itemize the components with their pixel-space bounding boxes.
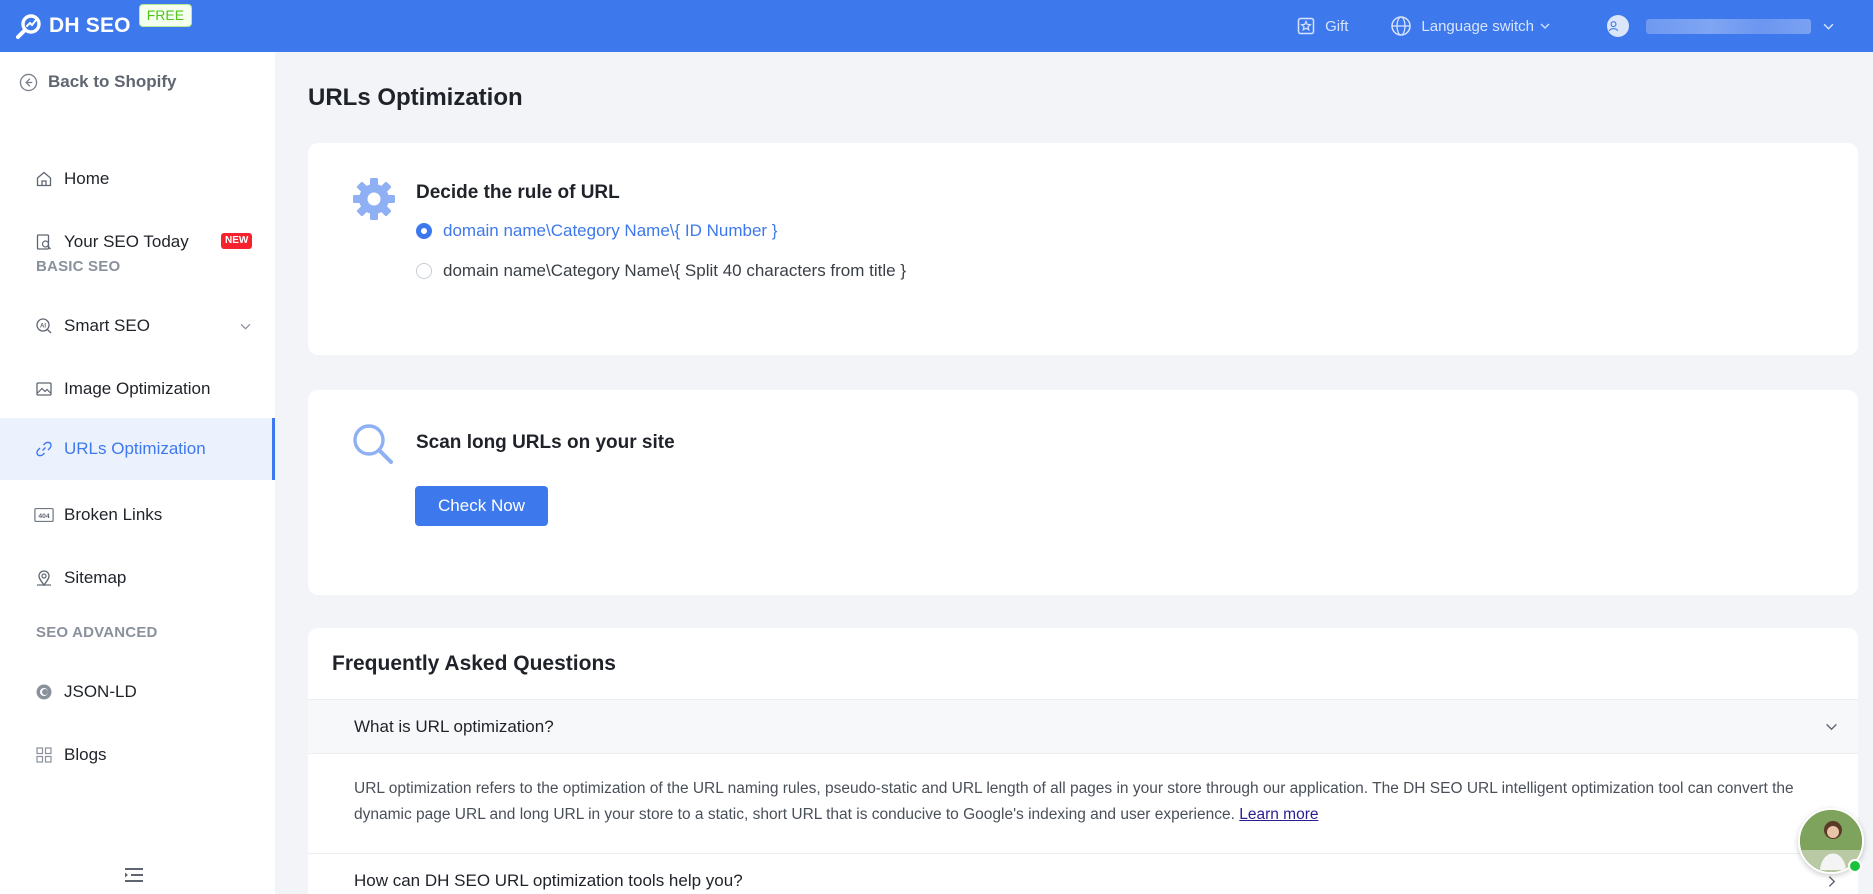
back-to-shopify-link[interactable]: Back to Shopify xyxy=(19,72,176,92)
report-icon xyxy=(34,232,54,252)
chevron-down-icon xyxy=(1826,723,1837,731)
page-title: URLs Optimization xyxy=(308,84,523,111)
language-switch[interactable]: Language switch xyxy=(1390,15,1559,37)
sidebar-item-label: URLs Optimization xyxy=(64,439,206,458)
main-content: URLs Optimization Decide the rule of URL… xyxy=(275,52,1873,894)
brand[interactable]: DH SEO FREE xyxy=(16,0,193,52)
broken-link-404-icon: 404 xyxy=(34,505,54,525)
online-status-dot xyxy=(1848,859,1862,873)
chevron-down-icon xyxy=(1823,23,1834,30)
language-switch-label: Language switch xyxy=(1421,17,1534,35)
back-circle-icon xyxy=(19,73,38,91)
svg-text:AI: AI xyxy=(40,323,46,329)
url-rule-option-label: domain name\Category Name\{ Split 40 cha… xyxy=(443,261,906,280)
url-rule-option-id-number[interactable]: domain name\Category Name\{ ID Number } xyxy=(416,221,778,241)
section-seo-advanced: SEO ADVANCED xyxy=(36,624,158,641)
gift-icon xyxy=(1297,17,1315,35)
faq-question-text: What is URL optimization? xyxy=(354,716,554,736)
scan-urls-card: Scan long URLs on your site Check Now xyxy=(308,390,1858,595)
url-rule-option-split-title[interactable]: domain name\Category Name\{ Split 40 cha… xyxy=(416,261,906,281)
url-rule-option-label: domain name\Category Name\{ ID Number } xyxy=(443,221,778,240)
magnifier-icon xyxy=(351,422,395,471)
chevron-down-icon[interactable] xyxy=(240,321,251,332)
faq-card: Frequently Asked Questions What is URL o… xyxy=(308,628,1858,894)
link-icon xyxy=(34,439,54,459)
faq-question-how-dh-seo-helps[interactable]: How can DH SEO URL optimization tools he… xyxy=(308,853,1858,894)
user-icon xyxy=(1607,15,1629,37)
new-badge: NEW xyxy=(221,233,253,249)
faq-question-text: How can DH SEO URL optimization tools he… xyxy=(354,871,743,890)
broken-link-404-text: 404 xyxy=(38,513,50,520)
faq-answer: URL optimization refers to the optimizat… xyxy=(354,776,1814,828)
scan-urls-title: Scan long URLs on your site xyxy=(416,432,675,453)
sidebar-item-json-ld[interactable]: JSON-LD xyxy=(0,661,275,723)
home-icon xyxy=(34,169,54,189)
sidebar-item-label: Your SEO Today xyxy=(64,232,189,251)
sidebar-item-label: Smart SEO xyxy=(64,316,150,335)
sidebar-item-label: Sitemap xyxy=(64,568,127,587)
chevron-right-icon xyxy=(1828,875,1836,887)
brand-name: DH SEO xyxy=(49,14,131,37)
gift-label: Gift xyxy=(1325,17,1349,35)
check-now-button[interactable]: Check Now xyxy=(415,486,548,526)
back-to-shopify-label: Back to Shopify xyxy=(48,72,177,91)
url-rule-title: Decide the rule of URL xyxy=(416,182,620,203)
sidebar-item-label: Image Optimization xyxy=(64,379,211,398)
image-icon xyxy=(34,379,54,399)
sidebar-item-label: Broken Links xyxy=(64,505,163,524)
url-rule-card: Decide the rule of URL domain name\Categ… xyxy=(308,143,1858,355)
sidebar-item-blogs[interactable]: Blogs xyxy=(0,724,275,786)
faq-answer-text: URL optimization refers to the optimizat… xyxy=(354,780,1794,823)
json-ld-icon xyxy=(34,682,54,702)
sidebar-item-broken-links[interactable]: 404 Broken Links xyxy=(0,484,275,546)
location-pin-icon xyxy=(34,568,54,588)
chevron-down-icon xyxy=(1540,23,1550,29)
sidebar: Back to Shopify Home Your SEO Today NEW … xyxy=(0,52,275,894)
blogs-grid-icon xyxy=(34,745,54,765)
faq-question-url-optimization[interactable]: What is URL optimization? xyxy=(308,699,1858,754)
top-bar: DH SEO FREE Gift Language switch xyxy=(0,0,1873,52)
section-basic-seo: BASIC SEO xyxy=(36,258,121,275)
menu-collapse-icon[interactable] xyxy=(123,864,145,886)
globe-icon xyxy=(1391,16,1412,36)
faq-title: Frequently Asked Questions xyxy=(332,652,616,675)
sidebar-item-label: Blogs xyxy=(64,745,107,764)
user-menu[interactable] xyxy=(1607,15,1843,37)
radio-checked[interactable] xyxy=(416,223,432,239)
sidebar-item-label: Home xyxy=(64,169,110,188)
sidebar-item-sitemap[interactable]: Sitemap xyxy=(0,547,275,609)
radio-unchecked[interactable] xyxy=(416,263,432,279)
gift-button[interactable]: Gift xyxy=(1296,16,1348,36)
sidebar-item-smart-seo[interactable]: AI Smart SEO xyxy=(0,295,275,357)
sidebar-item-image-optimization[interactable]: Image Optimization xyxy=(0,358,275,420)
learn-more-link[interactable]: Learn more xyxy=(1239,806,1318,823)
ai-icon: AI xyxy=(34,316,54,336)
gear-icon xyxy=(351,176,397,227)
plan-badge: FREE xyxy=(138,4,193,27)
sidebar-item-urls-optimization[interactable]: URLs Optimization xyxy=(0,418,275,480)
sidebar-item-label: JSON-LD xyxy=(64,682,137,701)
user-name-redacted xyxy=(1646,18,1811,34)
sidebar-item-home[interactable]: Home xyxy=(0,148,275,210)
brand-logo-icon xyxy=(16,13,42,39)
